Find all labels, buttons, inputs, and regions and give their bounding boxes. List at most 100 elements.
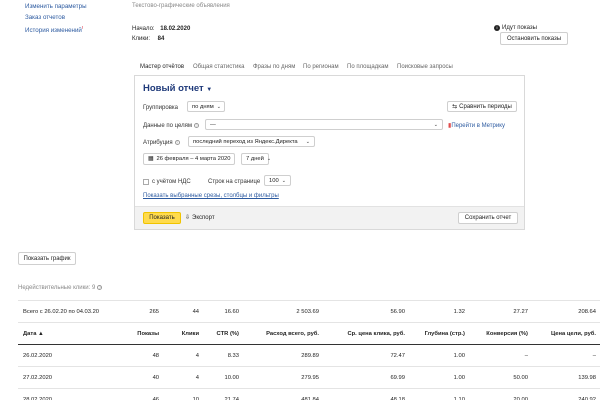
table-header-row: Дата ▲ Показы Клики CTR (%) Расход всего…	[18, 322, 600, 345]
report-panel: Новый отчет ▼ Группировка по дням ⌄ ⇆ Срав…	[134, 75, 525, 230]
sidebar-link-history-label: История изменений	[25, 27, 82, 35]
compare-icon: ⇆	[452, 104, 458, 110]
grouping-label: Группировка	[143, 105, 178, 111]
save-report-button[interactable]: Сохранить отчет	[458, 212, 518, 224]
chevron-down-icon: ⌄	[305, 138, 310, 145]
table-cell: 1.10	[408, 388, 469, 400]
sidebar-link-edit-params[interactable]: Изменить параметры	[25, 3, 87, 10]
show-graph-button[interactable]: Показать график	[18, 252, 76, 265]
column-header-date[interactable]: Дата ▲	[18, 322, 104, 345]
tab-report-wizard[interactable]: Мастер отчётов	[140, 64, 184, 70]
column-header-goal-cost[interactable]: Цена цели, руб.	[531, 322, 600, 345]
total-cell: 2 503.69	[243, 300, 323, 323]
report-title-text: Новый отчет	[143, 83, 204, 94]
tab-phrases-by-day[interactable]: Фразы по дням	[253, 64, 295, 70]
table-cell: 240.92	[531, 388, 600, 400]
invalid-clicks-text: Недействительные клики: 9	[18, 285, 96, 292]
table-cell: 21.74	[203, 388, 243, 400]
goals-label-text: Данные по целям	[143, 123, 192, 130]
column-header-conversion[interactable]: Конверсия (%)	[468, 322, 532, 345]
metrika-link[interactable]: ▮Перейти в Метрику	[448, 122, 505, 129]
total-cell: 44	[163, 300, 204, 323]
grouping-value: по дням	[192, 103, 214, 110]
help-icon: ?	[193, 123, 199, 128]
start-value: 18.02.2020	[160, 26, 191, 32]
goals-label: Данные по целям?	[143, 123, 199, 129]
clicks-label: Клики:	[132, 36, 150, 42]
history-alert-mark: !	[81, 25, 84, 30]
date-range-text: 26 февраля – 4 марта 2020	[156, 156, 231, 162]
campaign-start: Начало: 18.02.2020	[132, 26, 190, 32]
period-select[interactable]: 7 дней ⌄	[241, 153, 272, 165]
vat-label: с учётом НДС	[152, 179, 191, 185]
table-cell: 10	[163, 388, 204, 400]
table-cell: 1.00	[408, 344, 469, 367]
table-cell: –	[531, 344, 600, 367]
stats-table: Всего с 26.02.20 по 04.03.20 265 44 16.6…	[18, 300, 600, 400]
column-header-avg-cpc[interactable]: Ср. цена клика, руб.	[322, 322, 409, 345]
campaign-type: Текстово-графические объявления	[132, 3, 230, 9]
total-cell: 1.32	[408, 300, 469, 323]
table-row: 28.02.2020 46 10 21.74 481.84 48.18 1.10…	[18, 388, 600, 400]
sidebar-link-history[interactable]: История изменений!	[25, 25, 83, 34]
total-cell: Всего с 26.02.20 по 04.03.20	[18, 300, 104, 323]
table-cell: 8.33	[203, 344, 243, 367]
column-header-depth[interactable]: Глубина (стр.)	[408, 322, 469, 345]
grouping-select[interactable]: по дням ⌄	[187, 101, 225, 112]
chevron-down-icon: ⌄	[216, 103, 221, 110]
column-header-cost[interactable]: Расход всего, руб.	[243, 322, 323, 345]
campaign-status: i Идут показы	[494, 25, 537, 31]
chevron-down-icon: ▼	[206, 87, 213, 93]
table-cell: 48.18	[322, 388, 409, 400]
date-range-picker[interactable]: ▦ 26 февраля – 4 марта 2020	[143, 153, 235, 165]
column-header-impressions[interactable]: Показы	[103, 322, 164, 345]
tab-search-queries[interactable]: Поисковые запросы	[397, 64, 453, 70]
export-button[interactable]: ⇩ Экспорт	[185, 214, 215, 221]
metrika-link-text: Перейти в Метрику	[451, 123, 505, 129]
chevron-down-icon: ⌄	[266, 156, 272, 162]
tab-by-region[interactable]: По регионам	[303, 64, 339, 70]
goals-value: —	[210, 121, 216, 128]
column-header-ctr[interactable]: CTR (%)	[203, 322, 243, 345]
table-row: 27.02.2020 40 4 10.00 279.95 69.99 1.00 …	[18, 366, 600, 389]
stop-shows-button[interactable]: Остановить показы	[500, 32, 568, 45]
table-cell: 40	[103, 366, 164, 389]
total-cell: 16.60	[203, 300, 243, 323]
table-cell: 139.98	[531, 366, 600, 389]
report-title[interactable]: Новый отчет ▼	[143, 83, 212, 94]
tab-general-stats[interactable]: Общая статистика	[193, 64, 244, 70]
table-cell: 4	[163, 366, 204, 389]
table-cell: 1.00	[408, 366, 469, 389]
goals-select[interactable]: — ⌄	[205, 119, 443, 130]
info-icon: i	[494, 25, 500, 31]
chevron-down-icon: ⌄	[281, 177, 286, 184]
help-icon: ?	[97, 285, 103, 290]
table-cell: 28.02.2020	[18, 388, 104, 400]
help-icon: ?	[174, 140, 180, 145]
export-label: Экспорт	[192, 215, 215, 221]
campaign-clicks: Клики: 84	[132, 36, 164, 42]
total-cell: 27.27	[468, 300, 532, 323]
vat-checkbox[interactable]	[143, 179, 149, 185]
rows-label: Строк на странице	[208, 179, 261, 185]
attribution-label: Атрибуция?	[143, 140, 180, 146]
show-slices-link[interactable]: Показать выбранные срезы, столбцы и филь…	[143, 193, 279, 199]
compare-label: Сравнить периоды	[459, 103, 512, 110]
table-cell: 10.00	[203, 366, 243, 389]
total-cell: 56.90	[322, 300, 409, 323]
column-header-clicks[interactable]: Клики	[163, 322, 204, 345]
table-row: 26.02.2020 48 4 8.33 289.89 72.47 1.00 –…	[18, 344, 600, 367]
sidebar-link-order-reports[interactable]: Заказ отчетов	[25, 14, 65, 21]
table-cell: 20.00	[468, 388, 532, 400]
attribution-select[interactable]: последний переход из Яндекс.Директа ⌄	[188, 136, 315, 147]
rows-per-page-select[interactable]: 100 ⌄	[264, 175, 291, 186]
total-cell: 265	[103, 300, 164, 323]
attribution-value: последний переход из Яндекс.Директа	[193, 138, 298, 145]
report-panel-footer: Показать ⇩ Экспорт Сохранить отчет	[135, 206, 524, 229]
compare-periods-button[interactable]: ⇆ Сравнить периоды	[447, 101, 517, 112]
status-text: Идут показы	[502, 25, 537, 31]
tab-by-site[interactable]: По площадкам	[347, 64, 388, 70]
show-button[interactable]: Показать	[143, 212, 181, 224]
table-cell: 48	[103, 344, 164, 367]
chevron-down-icon: ⌄	[433, 121, 438, 128]
